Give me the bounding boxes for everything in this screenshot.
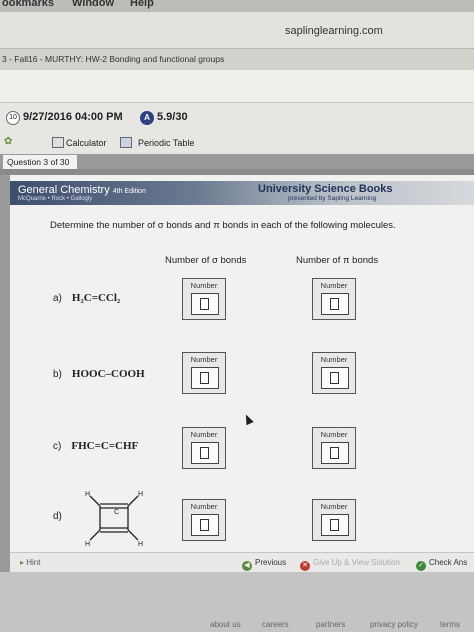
atom-c: C (114, 509, 119, 516)
address-bar[interactable]: saplinglearning.com (0, 12, 474, 48)
molecule-b: b) HOOC–COOH (53, 368, 145, 380)
atom-h2: H (138, 491, 143, 498)
periodic-table-link[interactable]: Periodic Table (138, 138, 194, 148)
check-icon: ✓ (416, 561, 426, 571)
question-actions: ▸ Hint ◀ Previous ✕ Give Up & View Solutio… (10, 552, 474, 572)
calculator-link[interactable]: Calculator (66, 138, 107, 148)
presented-by: presented by Sapling Learning (288, 195, 377, 202)
previous-icon: ◀ (242, 561, 252, 571)
page-footer: about us careers partners privacy policy… (0, 572, 474, 632)
molecule-c: c) FHC=C=CHF (53, 440, 139, 452)
footer-about[interactable]: about us (210, 620, 241, 629)
pi-column-header: Number of π bonds (296, 255, 379, 266)
assignment-bar: 10 9/27/2016 04:00 PM A 5.9/30 ✿ Calcula… (0, 102, 474, 154)
atom-h1: H (85, 491, 90, 498)
footer-terms[interactable]: terms (440, 620, 460, 629)
footer-partners[interactable]: partners (316, 620, 345, 629)
molecule-b-formula: HOOC–COOH (71, 368, 145, 380)
hint-icon: ▸ (20, 558, 25, 567)
sigma-column-header: Number of σ bonds (165, 255, 247, 266)
check-answer-button[interactable]: ✓ Check Ans (416, 558, 467, 571)
molecule-a-formula: H₂C=CCl₂ (71, 292, 121, 304)
menu-bookmarks[interactable]: ookmarks (2, 0, 54, 9)
calculator-icon[interactable] (52, 137, 64, 148)
periodic-table-icon[interactable] (120, 137, 132, 148)
leaf-icon: ✿ (4, 136, 13, 147)
menu-bar: ookmarks Window Help (0, 0, 474, 12)
give-up-button[interactable]: ✕ Give Up & View Solution (300, 558, 400, 571)
sigma-input-a[interactable]: Number (182, 278, 226, 320)
molecule-d-structure: H H H H C (85, 491, 143, 546)
browser-tab-title[interactable]: 3 - Fall16 - MURTHY: HW-2 Bonding and fu… (2, 54, 224, 64)
atom-h3: H (85, 541, 90, 546)
previous-button[interactable]: ◀ Previous (242, 558, 286, 571)
sigma-input-c[interactable]: Number (182, 427, 226, 469)
molecule-a: a) H₂C=CCl₂ (53, 292, 121, 304)
book-title: General Chemistry 4th Edition (18, 184, 146, 196)
textbook-banner: General Chemistry 4th Edition McQuarrie … (10, 181, 474, 205)
score-icon: A (140, 111, 154, 125)
question-tab[interactable]: Question 3 of 30 (2, 154, 78, 169)
book-authors: McQuarrie • Rock • Gallogly (18, 196, 93, 202)
book-edition: 4th Edition (112, 188, 146, 195)
score-value: 5.9/30 (157, 111, 188, 123)
give-up-icon: ✕ (300, 561, 310, 571)
page-background (0, 70, 474, 102)
question-instruction: Determine the number of σ bonds and π bo… (50, 220, 396, 231)
tab-bar: 3 - Fall16 - MURTHY: HW-2 Bonding and fu… (0, 48, 474, 70)
publisher-name: University Science Books (258, 183, 393, 195)
sigma-input-d[interactable]: Number (182, 499, 226, 541)
menu-window[interactable]: Window (72, 0, 114, 9)
footer-privacy[interactable]: privacy policy (370, 620, 418, 629)
molecule-d: d) (53, 511, 62, 522)
url-text[interactable]: saplinglearning.com (285, 25, 383, 37)
pi-input-c[interactable]: Number (312, 427, 356, 469)
footer-careers[interactable]: careers (262, 620, 289, 629)
pi-input-d[interactable]: Number (312, 499, 356, 541)
hint-button[interactable]: ▸ Hint (20, 558, 40, 567)
clock-icon: 10 (6, 111, 20, 125)
pi-input-b[interactable]: Number (312, 352, 356, 394)
sigma-input-b[interactable]: Number (182, 352, 226, 394)
molecule-c-formula: FHC=C=CHF (71, 440, 139, 452)
pi-input-a[interactable]: Number (312, 278, 356, 320)
due-date: 9/27/2016 04:00 PM (23, 111, 123, 123)
atom-h4: H (138, 541, 143, 546)
menu-help[interactable]: Help (130, 0, 154, 9)
